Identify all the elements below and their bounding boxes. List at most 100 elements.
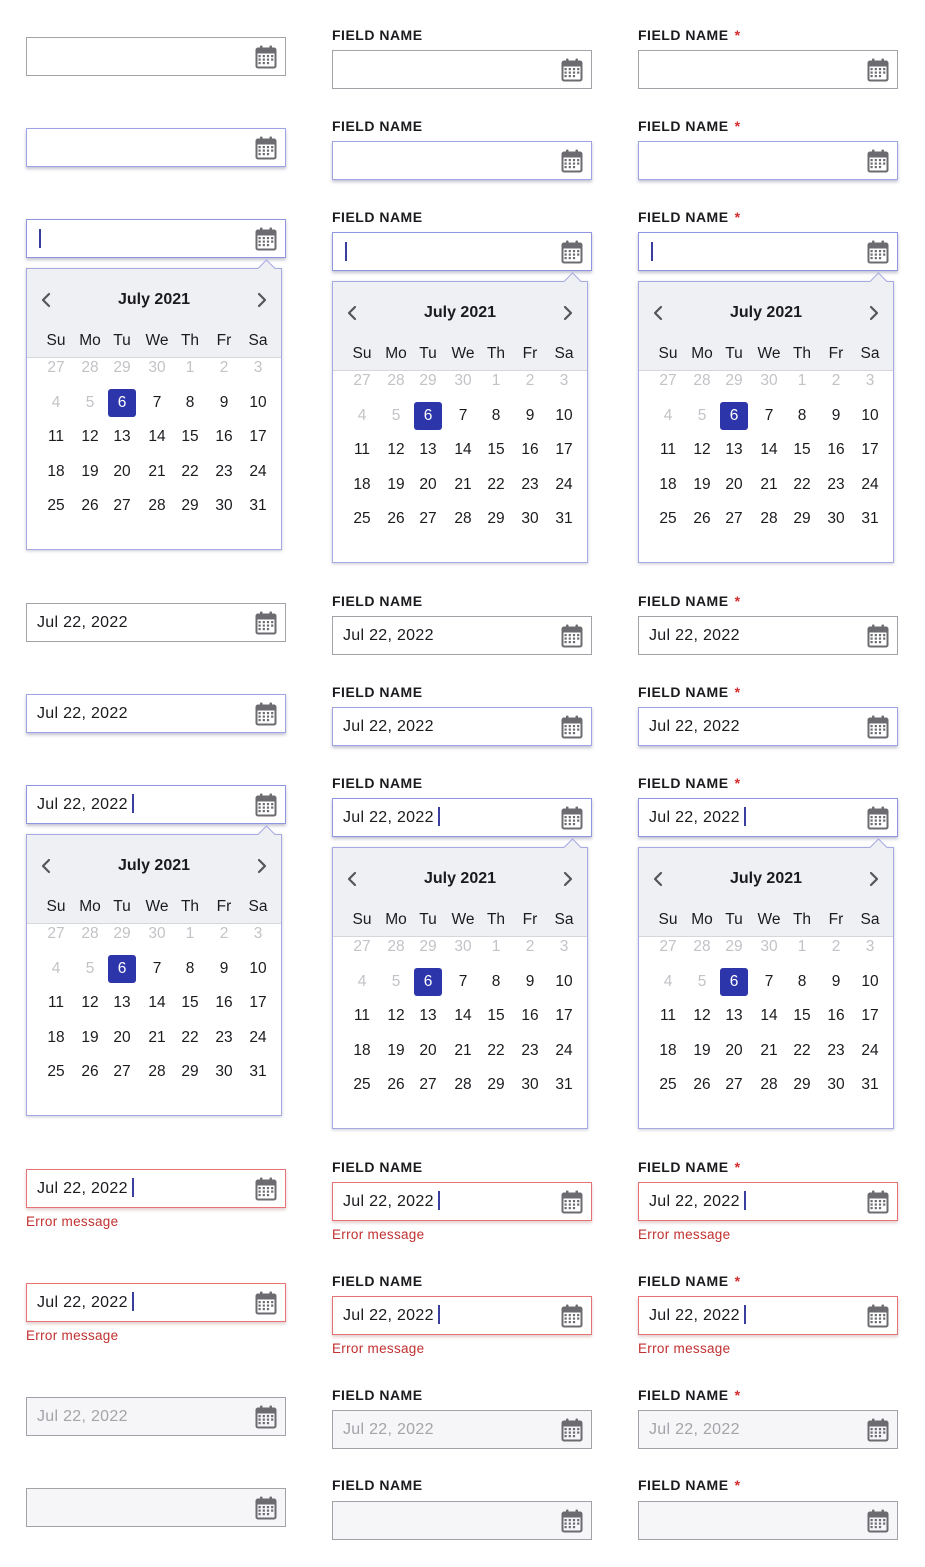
date-input[interactable]: Jul 22, 2022 (638, 1182, 898, 1221)
calendar-icon[interactable] (867, 1304, 889, 1328)
calendar-day[interactable]: 13 (105, 989, 139, 1017)
calendar-icon[interactable] (867, 149, 889, 173)
calendar-day[interactable]: 9 (513, 968, 547, 996)
calendar-day[interactable]: 26 (685, 505, 719, 533)
calendar-icon[interactable] (255, 1496, 277, 1520)
calendar-day[interactable]: 5 (73, 955, 107, 983)
calendar-day[interactable]: 3 (241, 354, 275, 382)
calendar-day[interactable]: 11 (39, 989, 73, 1017)
calendar-day[interactable]: 4 (651, 968, 685, 996)
calendar-day[interactable]: 17 (547, 436, 581, 464)
calendar-day[interactable]: 8 (479, 968, 513, 996)
calendar-day[interactable]: 11 (39, 423, 73, 451)
calendar-icon[interactable] (255, 1291, 277, 1315)
calendar-day[interactable]: 3 (241, 920, 275, 948)
calendar-day[interactable]: 22 (479, 1037, 513, 1065)
date-input[interactable]: Jul 22, 2022 (332, 798, 592, 837)
calendar-day[interactable]: 20 (717, 471, 751, 499)
date-input[interactable] (638, 141, 898, 180)
calendar-day[interactable]: 28 (446, 1071, 480, 1099)
calendar-day[interactable]: 5 (685, 968, 719, 996)
chevron-left-icon[interactable] (651, 305, 665, 321)
calendar-day[interactable]: 13 (717, 1002, 751, 1030)
calendar-day[interactable]: 29 (785, 1071, 819, 1099)
calendar-day[interactable]: 29 (717, 933, 751, 961)
calendar-day[interactable]: 7 (752, 968, 786, 996)
calendar-day[interactable]: 18 (345, 471, 379, 499)
date-input[interactable]: Jul 22, 2022 (332, 616, 592, 655)
calendar-day[interactable]: 7 (140, 389, 174, 417)
calendar-day[interactable]: 16 (513, 1002, 547, 1030)
calendar-day[interactable]: 4 (39, 955, 73, 983)
calendar-day[interactable]: 13 (411, 436, 445, 464)
calendar-day[interactable]: 18 (39, 1024, 73, 1052)
calendar-icon[interactable] (561, 1190, 583, 1214)
date-input[interactable]: Jul 22, 2022 (638, 1296, 898, 1335)
calendar-day[interactable]: 29 (173, 492, 207, 520)
calendar-icon[interactable] (867, 1190, 889, 1214)
calendar-icon[interactable] (561, 1418, 583, 1442)
calendar-day[interactable]: 28 (73, 920, 107, 948)
calendar-day[interactable]: 30 (819, 505, 853, 533)
calendar-day[interactable]: 24 (853, 1037, 887, 1065)
calendar-icon[interactable] (255, 45, 277, 69)
calendar-day[interactable]: 10 (547, 402, 581, 430)
calendar-day[interactable]: 12 (379, 436, 413, 464)
calendar-day[interactable]: 11 (651, 1002, 685, 1030)
calendar-day[interactable]: 31 (853, 505, 887, 533)
calendar-day[interactable]: 11 (345, 436, 379, 464)
calendar-day[interactable]: 8 (173, 955, 207, 983)
calendar-day[interactable]: 10 (853, 968, 887, 996)
calendar-icon[interactable] (867, 715, 889, 739)
calendar-day[interactable]: 23 (513, 1037, 547, 1065)
date-input[interactable] (638, 1501, 898, 1540)
calendar-day[interactable]: 30 (819, 1071, 853, 1099)
calendar-day[interactable]: 10 (547, 968, 581, 996)
date-input[interactable] (638, 50, 898, 89)
calendar-day[interactable]: 29 (479, 505, 513, 533)
calendar-day[interactable]: 12 (73, 989, 107, 1017)
calendar-day[interactable]: 21 (752, 1037, 786, 1065)
calendar-day[interactable]: 17 (853, 436, 887, 464)
date-input[interactable] (26, 219, 286, 258)
calendar-day[interactable]: 19 (379, 471, 413, 499)
calendar-day[interactable]: 27 (39, 920, 73, 948)
calendar-day[interactable]: 23 (513, 471, 547, 499)
calendar-icon[interactable] (255, 136, 277, 160)
calendar-day[interactable]: 24 (547, 471, 581, 499)
calendar-day[interactable]: 9 (207, 389, 241, 417)
calendar-day[interactable]: 29 (411, 367, 445, 395)
calendar-icon[interactable] (561, 715, 583, 739)
calendar-day[interactable]: 31 (241, 1058, 275, 1086)
calendar-day[interactable]: 30 (446, 367, 480, 395)
calendar-day[interactable]: 26 (73, 492, 107, 520)
calendar-day[interactable]: 22 (785, 1037, 819, 1065)
calendar-day[interactable]: 1 (785, 933, 819, 961)
calendar-day[interactable]: 26 (379, 505, 413, 533)
date-input[interactable] (332, 141, 592, 180)
calendar-day[interactable]: 9 (819, 968, 853, 996)
date-input[interactable]: Jul 22, 2022 (26, 1397, 286, 1436)
calendar-day[interactable]: 27 (651, 367, 685, 395)
calendar-icon[interactable] (561, 1304, 583, 1328)
calendar-icon[interactable] (255, 1405, 277, 1429)
calendar-day[interactable]: 7 (752, 402, 786, 430)
calendar-day[interactable]: 17 (241, 989, 275, 1017)
calendar-day[interactable]: 30 (207, 1058, 241, 1086)
calendar-day[interactable]: 14 (446, 1002, 480, 1030)
date-input[interactable] (332, 232, 592, 271)
calendar-day[interactable]: 22 (173, 458, 207, 486)
chevron-left-icon[interactable] (345, 305, 359, 321)
calendar-day[interactable]: 31 (547, 1071, 581, 1099)
chevron-right-icon[interactable] (867, 305, 881, 321)
calendar-day[interactable]: 29 (173, 1058, 207, 1086)
calendar-day[interactable]: 29 (105, 920, 139, 948)
calendar-day[interactable]: 28 (685, 367, 719, 395)
calendar-day[interactable]: 19 (73, 458, 107, 486)
calendar-day[interactable]: 5 (379, 968, 413, 996)
calendar-day[interactable]: 20 (411, 471, 445, 499)
calendar-day[interactable]: 2 (513, 367, 547, 395)
calendar-day[interactable]: 29 (105, 354, 139, 382)
selected-day[interactable]: 6 (414, 968, 442, 996)
chevron-right-icon[interactable] (255, 858, 269, 874)
